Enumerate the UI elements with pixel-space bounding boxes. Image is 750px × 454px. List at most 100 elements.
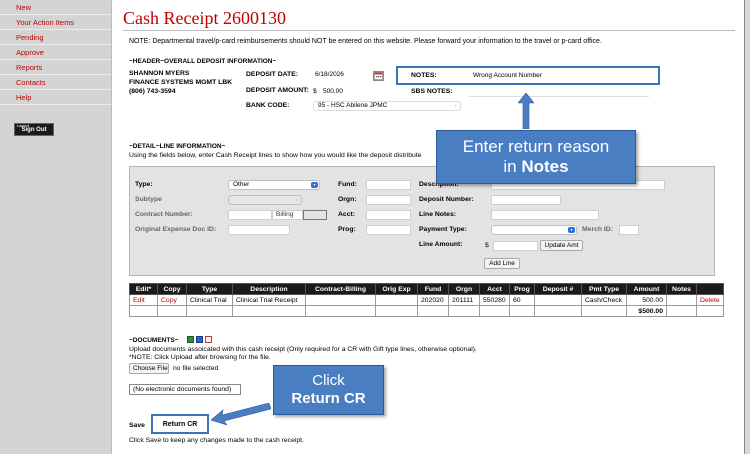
notes-instruction-callout: Enter return reason in Notes bbox=[436, 130, 636, 184]
deposit-date-label: DEPOSIT DATE: bbox=[246, 71, 298, 78]
type-label: Type: bbox=[135, 181, 153, 188]
contract-number-field[interactable] bbox=[228, 210, 272, 220]
header-section-title: ~HEADER~OVERALL DEPOSIT INFORMATION~ bbox=[129, 58, 277, 65]
sign-out-small-label: Logout bbox=[17, 124, 29, 128]
col-notes: Notes bbox=[666, 283, 697, 295]
orig-exp-label: Original Expense Doc ID: bbox=[135, 226, 217, 233]
cell-acct: 550280 bbox=[479, 294, 510, 306]
payment-type-select[interactable]: ▾ bbox=[491, 225, 577, 235]
title-divider bbox=[123, 30, 735, 31]
notes-callout-line1: Enter return reason bbox=[462, 137, 610, 156]
table-row: Edit Copy Clinical Trial Clinical Trial … bbox=[129, 294, 724, 306]
documents-line1: Upload documents assoicated with this ca… bbox=[129, 346, 477, 353]
sidebar-item-contacts[interactable]: Contacts bbox=[0, 75, 111, 90]
documents-line2: *NOTE: Click Upload after browsing for t… bbox=[129, 354, 271, 361]
prog-field[interactable] bbox=[366, 225, 411, 235]
deposit-number-label: Deposit Number: bbox=[419, 196, 474, 203]
arrow-left-icon bbox=[211, 403, 271, 425]
billing-field[interactable]: Billing bbox=[272, 210, 303, 220]
deposit-date-field[interactable]: 6/18/2026 bbox=[311, 70, 365, 80]
detail-section-title: ~DETAIL~LINE INFORMATION~ bbox=[129, 143, 226, 150]
col-amount: Amount bbox=[626, 283, 667, 295]
deposit-amount-prefix: $ bbox=[313, 88, 317, 95]
user-name: SHANNON MYERS bbox=[129, 70, 190, 77]
sidebar-item-new[interactable]: New bbox=[0, 0, 111, 15]
bank-code-value: 95 - HSC Abilene JPMC bbox=[318, 102, 388, 109]
bank-code-select[interactable]: 95 - HSC Abilene JPMC ↕ bbox=[313, 101, 461, 111]
type-value: Other bbox=[233, 181, 250, 188]
line-notes-field[interactable] bbox=[491, 210, 599, 220]
col-description: Description bbox=[232, 283, 306, 295]
col-deposit: Deposit # bbox=[534, 283, 582, 295]
return-cr-instruction-callout: Click Return CR bbox=[273, 365, 384, 415]
update-amt-button[interactable]: Update Amt bbox=[540, 240, 583, 251]
notes-callout-bold: Notes bbox=[521, 157, 569, 176]
orig-exp-field[interactable] bbox=[228, 225, 290, 235]
no-documents-box: (No electronic documents found) bbox=[129, 384, 241, 395]
notes-callout-prefix: in bbox=[503, 157, 522, 176]
sidebar-item-pending[interactable]: Pending bbox=[0, 30, 111, 45]
type-select[interactable]: Other ▾ bbox=[228, 180, 320, 190]
return-callout-line1: Click bbox=[312, 372, 345, 389]
bank-code-label: BANK CODE: bbox=[246, 102, 290, 109]
cell-type: Clinical Trial bbox=[186, 294, 233, 306]
billing-extra-field[interactable] bbox=[303, 210, 327, 220]
line-amount-field[interactable] bbox=[493, 241, 538, 251]
choose-file-button[interactable]: Choose File bbox=[129, 363, 169, 374]
user-dept: FINANCE SYSTEMS MGMT LBK bbox=[129, 79, 233, 86]
merch-id-field[interactable] bbox=[619, 225, 639, 235]
col-orig-exp: Orig Exp bbox=[375, 283, 418, 295]
cash-receipt-lines-table: Edit* Copy Type Description Contract-Bil… bbox=[129, 283, 724, 317]
cell-description: Clinical Trial Receipt bbox=[232, 294, 306, 306]
sidebar-item-your-action-items[interactable]: Your Action Items bbox=[0, 15, 111, 30]
sign-out-button[interactable]: Logout Sign Out bbox=[14, 123, 54, 136]
cell-prog: 60 bbox=[509, 294, 535, 306]
acct-label: Acct: bbox=[338, 211, 355, 218]
delete-link[interactable]: Delete bbox=[696, 294, 724, 306]
sidebar: New Your Action Items Pending Approve Re… bbox=[0, 0, 112, 454]
sbs-notes-field[interactable] bbox=[469, 87, 649, 97]
sidebar-item-help[interactable]: Help bbox=[0, 90, 111, 105]
chevron-down-icon: ↕ bbox=[295, 197, 298, 202]
chevron-down-icon: ▾ bbox=[311, 182, 318, 188]
col-contract-billing: Contract-Billing bbox=[305, 283, 376, 295]
col-orgn: Orgn bbox=[448, 283, 480, 295]
line-notes-label: Line Notes: bbox=[419, 211, 457, 218]
word-icon[interactable] bbox=[196, 336, 203, 343]
pdf-icon[interactable] bbox=[205, 336, 212, 343]
cell-notes bbox=[666, 294, 697, 306]
fund-label: Fund: bbox=[338, 181, 357, 188]
acct-field[interactable] bbox=[366, 210, 411, 220]
sidebar-item-approve[interactable]: Approve bbox=[0, 45, 111, 60]
copy-link[interactable]: Copy bbox=[157, 294, 187, 306]
line-amount-prefix: $ bbox=[485, 242, 489, 249]
orgn-label: Orgn: bbox=[338, 196, 357, 203]
arrow-up-icon bbox=[518, 93, 534, 129]
cell-fund: 202020 bbox=[417, 294, 449, 306]
add-line-button[interactable]: Add Line bbox=[484, 258, 520, 269]
edit-link[interactable]: Edit bbox=[129, 294, 158, 306]
cell-deposit bbox=[534, 294, 582, 306]
chevron-down-icon: ▾ bbox=[568, 227, 575, 233]
save-button[interactable]: Save bbox=[129, 422, 145, 429]
subtype-select[interactable]: ↕ bbox=[228, 195, 302, 205]
deposit-amount-field[interactable]: 500.00 bbox=[319, 87, 369, 97]
calendar-icon[interactable] bbox=[373, 71, 384, 81]
cell-total: $500.00 bbox=[626, 305, 667, 317]
col-prog: Prog bbox=[509, 283, 535, 295]
window-frame-right bbox=[745, 0, 750, 454]
col-delete bbox=[696, 283, 724, 295]
cell-orig-exp bbox=[375, 294, 418, 306]
sidebar-item-reports[interactable]: Reports bbox=[0, 60, 111, 75]
orgn-field[interactable] bbox=[366, 195, 411, 205]
col-edit: Edit* bbox=[129, 283, 158, 295]
payment-type-label: Payment Type: bbox=[419, 226, 467, 233]
deposit-number-field[interactable] bbox=[491, 195, 561, 205]
chevron-down-icon: ↕ bbox=[454, 103, 457, 108]
cell-orgn: 201111 bbox=[448, 294, 480, 306]
no-documents-text: (No electronic documents found) bbox=[133, 386, 232, 393]
fund-field[interactable] bbox=[366, 180, 411, 190]
excel-icon[interactable] bbox=[187, 336, 194, 343]
return-cr-highlight-box bbox=[151, 414, 209, 434]
page-title: Cash Receipt 2600130 bbox=[123, 8, 286, 28]
